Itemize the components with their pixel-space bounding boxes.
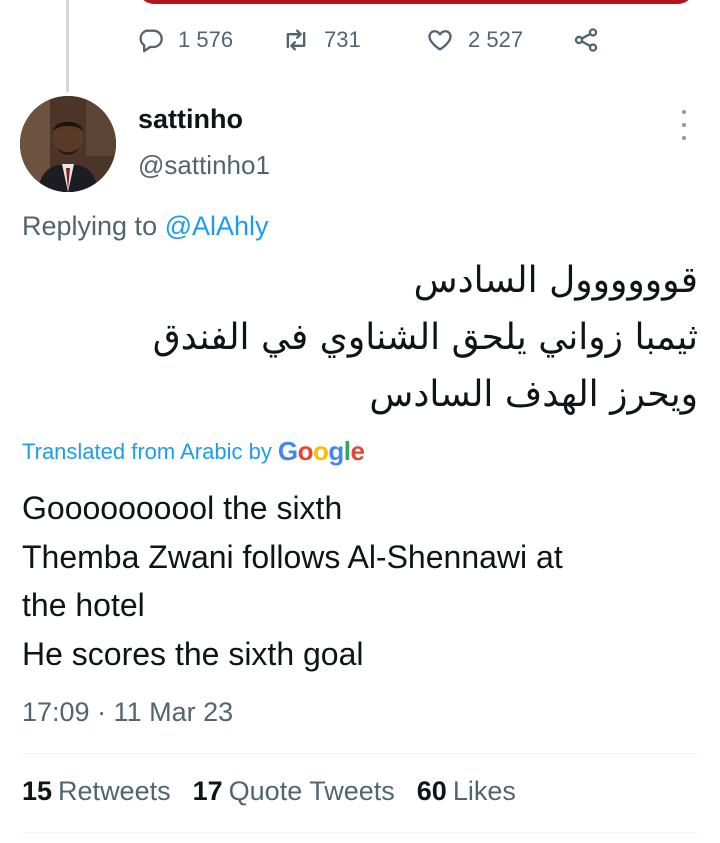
more-options-icon (682, 136, 686, 140)
translation-label: Translated from Arabic by (22, 438, 272, 464)
quote-tweets-stat[interactable]: 17 Quote Tweets (193, 776, 395, 807)
divider (22, 753, 698, 754)
retweets-label: Retweets (58, 776, 171, 806)
divider (22, 832, 698, 833)
share-button[interactable] (572, 26, 600, 54)
translated-text-line: He scores the sixth goal (22, 635, 364, 672)
tweet-text-line: ويحرز الهدف السادس (369, 374, 698, 415)
replying-to: Replying to @AlAhly (22, 211, 269, 242)
likes-label: Likes (452, 776, 516, 806)
replying-to-label: Replying to (22, 211, 158, 241)
replying-to-mention[interactable]: @AlAhly (165, 211, 269, 241)
profile-photo-icon (20, 96, 116, 192)
author-display-name[interactable]: sattinho (138, 104, 243, 135)
google-logo: Google (277, 436, 365, 466)
retweet-count: 731 (324, 27, 361, 52)
like-count: 2 527 (468, 27, 524, 52)
retweets-stat[interactable]: 15 Retweets (22, 776, 171, 807)
retweet-icon (286, 29, 306, 51)
likes-stat[interactable]: 60 Likes (417, 776, 516, 807)
like-button[interactable]: 2 527 (426, 26, 523, 54)
author-handle[interactable]: @sattinho1 (138, 150, 270, 181)
like-icon (428, 30, 452, 51)
more-options-icon (682, 110, 686, 114)
more-options-icon (682, 123, 686, 127)
reply-icon (139, 29, 163, 53)
quotes-label: Quote Tweets (228, 776, 395, 806)
previous-tweet-media[interactable] (138, 0, 694, 4)
tweet-stats: 15 Retweets 17 Quote Tweets 60 Likes (22, 776, 538, 807)
previous-tweet-actions: 1 576 731 2 527 (136, 26, 606, 54)
tweet-text: قوووووول السادس ثيمبا زواني يلحق الشناوي… (18, 252, 698, 423)
translated-text-line: Goooooooool the sixth (22, 490, 343, 526)
reply-count: 1 576 (178, 27, 234, 52)
reply-button[interactable]: 1 576 (136, 26, 233, 54)
translated-text-line: Themba Zwani follows Al-Shennawi at (22, 538, 563, 575)
retweets-count: 15 (22, 776, 53, 806)
more-options-button[interactable] (672, 110, 696, 140)
translation-attribution[interactable]: Translated from Arabic by Google (22, 436, 365, 467)
translated-text-line: the hotel (22, 587, 145, 623)
tweet-text-line: ثيمبا زواني يلحق الشناوي في الفندق (152, 317, 698, 358)
retweet-button[interactable]: 731 (282, 26, 361, 54)
quotes-count: 17 (192, 776, 223, 806)
tweet-timestamp[interactable]: 17:09 · 11 Mar 23 (22, 697, 233, 728)
tweet-text-line: قوووووول السادس (413, 260, 698, 301)
avatar[interactable] (20, 96, 116, 192)
share-icon (574, 28, 598, 52)
translated-text: Goooooooool the sixth Themba Zwani follo… (22, 484, 702, 678)
thread-connector-line (66, 0, 69, 92)
likes-count: 60 (416, 776, 447, 806)
